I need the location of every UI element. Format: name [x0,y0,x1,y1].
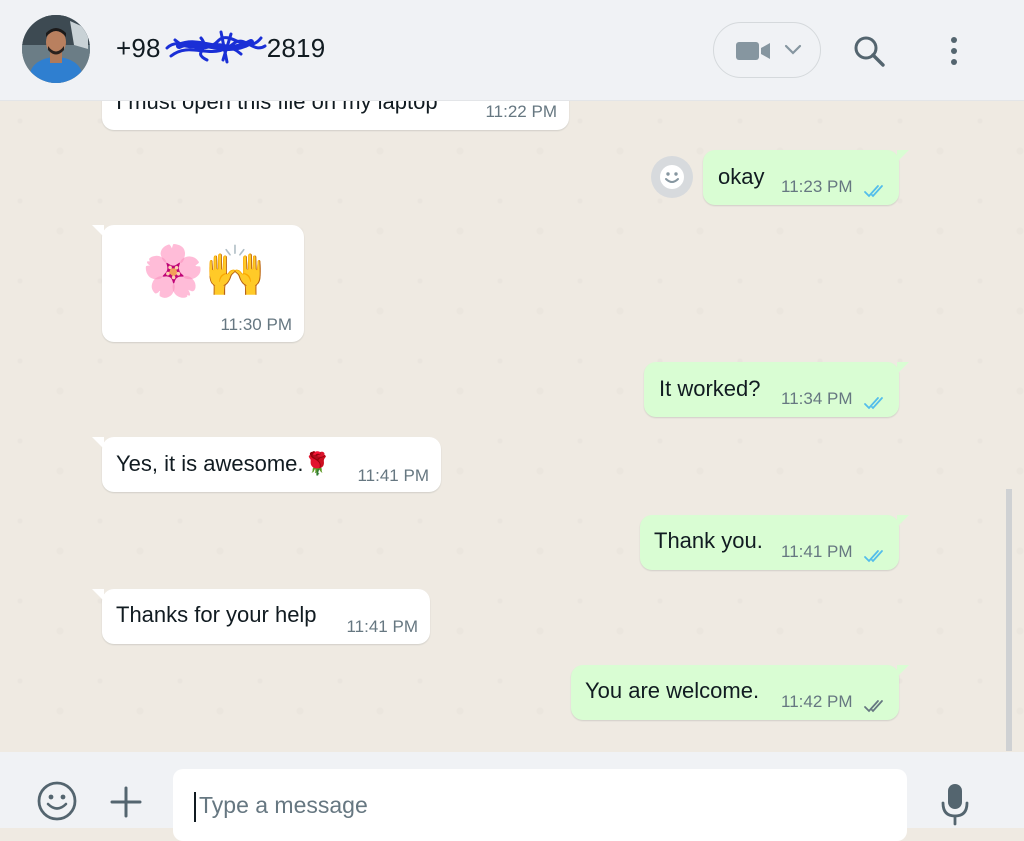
redaction-scribble [161,30,267,64]
contact-name[interactable]: +98 2819 [116,30,326,67]
scrollbar[interactable] [1006,489,1012,751]
voice-message-button[interactable] [938,782,972,826]
message-time: 11:41 PM [357,466,429,485]
message-text: I must open this file on my laptop [116,101,438,114]
video-call-button[interactable] [713,22,821,78]
kebab-menu-icon [940,37,968,73]
message-bubble-incoming[interactable]: Yes, it is awesome.🌹 11:41 PM [92,437,441,492]
add-reaction-button[interactable] [651,156,693,198]
message-text: okay [718,164,765,189]
chat-header: +98 2819 [0,0,1024,101]
message-bubble-outgoing[interactable]: okay 11:23 PM [703,150,909,205]
delivered-ticks-icon [863,694,889,713]
message-bubble-incoming[interactable]: Thanks for your help 11:41 PM [92,589,430,644]
read-ticks-icon [863,544,889,563]
message-bubble-outgoing[interactable]: You are welcome. 11:42 PM [571,665,909,720]
search-icon [850,36,890,73]
read-ticks-icon [863,391,889,410]
search-button[interactable] [850,33,890,69]
message-time: 11:23 PM [781,177,853,196]
video-camera-icon [736,40,772,67]
smiley-icon [658,163,686,196]
emoji-button[interactable] [36,780,78,822]
message-time: 11:34 PM [781,389,853,408]
message-text: You are welcome. [585,678,760,703]
contact-number-prefix: +98 [116,33,161,63]
microphone-icon [938,784,972,830]
smiley-icon [36,781,78,826]
message-list[interactable]: I must open this file on my laptop 11:22… [0,101,1024,752]
read-ticks-icon [863,179,889,198]
message-text: Thanks for your help [116,602,317,627]
message-input[interactable] [173,769,907,841]
chevron-down-icon [784,43,802,62]
attach-button[interactable] [108,784,144,820]
message-bubble-incoming[interactable]: I must open this file on my laptop 11:22… [102,101,569,130]
message-time: 11:41 PM [781,542,853,561]
message-emoji: 🌸🙌 [142,242,267,300]
message-composer [0,752,1024,841]
message-time: 11:22 PM [485,102,557,121]
message-bubble-outgoing[interactable]: It worked? 11:34 PM [644,362,909,417]
plus-icon [108,786,144,824]
contact-number-suffix: 2819 [266,33,326,63]
avatar[interactable] [22,15,90,83]
message-text: It worked? [659,376,761,401]
message-time: 11:30 PM [220,315,292,334]
menu-button[interactable] [940,33,968,69]
message-text: Thank you. [654,528,763,553]
text-cursor [194,792,196,822]
message-text: Yes, it is awesome.🌹 [116,451,331,476]
message-time: 11:41 PM [346,617,418,636]
message-bubble-incoming[interactable]: 🌸🙌 11:30 PM [92,225,304,342]
message-time: 11:42 PM [781,692,853,711]
message-bubble-outgoing[interactable]: Thank you. 11:41 PM [640,515,909,570]
